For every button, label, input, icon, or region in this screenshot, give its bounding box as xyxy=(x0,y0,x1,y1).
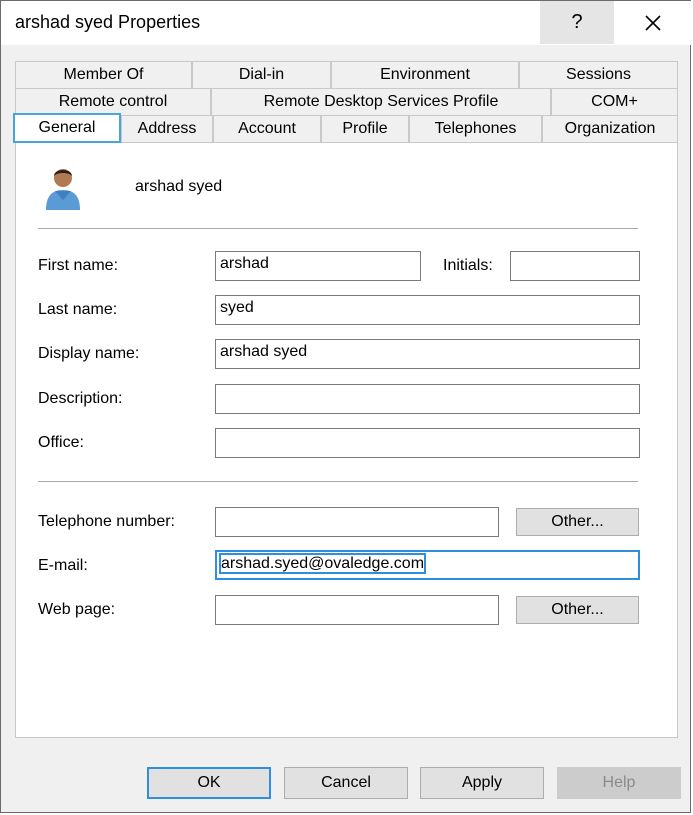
tab-organization[interactable]: Organization xyxy=(542,115,678,142)
apply-button[interactable]: Apply xyxy=(420,767,544,799)
tab-account[interactable]: Account xyxy=(213,115,321,142)
tab-dial-in[interactable]: Dial-in xyxy=(192,61,331,88)
user-avatar-icon xyxy=(46,169,80,210)
description-input[interactable] xyxy=(215,384,640,414)
description-label: Description: xyxy=(38,390,123,407)
email-input[interactable]: arshad.syed@ovaledge.com xyxy=(215,550,640,580)
email-label: E-mail: xyxy=(38,557,88,574)
help-button[interactable]: Help xyxy=(557,767,681,799)
help-title-button[interactable]: ? xyxy=(540,1,614,44)
first-name-label: First name: xyxy=(38,257,119,274)
tab-general[interactable]: General xyxy=(13,113,121,143)
tab-sessions[interactable]: Sessions xyxy=(519,61,678,88)
help-question-icon: ? xyxy=(571,11,583,33)
office-input[interactable] xyxy=(215,428,640,458)
separator-top xyxy=(38,228,638,229)
tab-remote-control[interactable]: Remote control xyxy=(15,88,211,115)
ok-button[interactable]: OK xyxy=(147,767,271,799)
properties-dialog: arshad syed Properties ? Member Of Dial-… xyxy=(0,0,692,813)
separator-middle xyxy=(38,481,638,482)
last-name-label: Last name: xyxy=(38,301,118,318)
last-name-input[interactable]: syed xyxy=(215,295,640,325)
webpage-input[interactable] xyxy=(215,595,499,625)
initials-input[interactable] xyxy=(510,251,640,281)
telephone-input[interactable] xyxy=(215,507,499,537)
tab-remote-desktop-services-profile[interactable]: Remote Desktop Services Profile xyxy=(211,88,551,115)
webpage-label: Web page: xyxy=(38,601,116,618)
telephone-label: Telephone number: xyxy=(38,513,175,530)
tab-telephones[interactable]: Telephones xyxy=(409,115,542,142)
office-label: Office: xyxy=(38,434,84,451)
tab-member-of[interactable]: Member Of xyxy=(15,61,192,88)
webpage-other-button[interactable]: Other... xyxy=(516,596,639,624)
title-bar: arshad syed Properties ? xyxy=(1,1,692,45)
first-name-input[interactable]: arshad xyxy=(215,251,421,281)
tab-profile[interactable]: Profile xyxy=(321,115,409,142)
email-selected-text: arshad.syed@ovaledge.com xyxy=(218,553,427,574)
tab-com-plus[interactable]: COM+ xyxy=(551,88,678,115)
cancel-button[interactable]: Cancel xyxy=(284,767,408,799)
telephone-other-button[interactable]: Other... xyxy=(516,508,639,536)
window-title: arshad syed Properties xyxy=(15,12,201,32)
initials-label: Initials: xyxy=(443,257,493,274)
user-display-header: arshad syed xyxy=(135,178,223,195)
tab-environment[interactable]: Environment xyxy=(331,61,519,88)
close-button[interactable] xyxy=(616,1,690,44)
tab-address[interactable]: Address xyxy=(121,115,213,142)
display-name-input[interactable]: arshad syed xyxy=(215,339,640,369)
display-name-label: Display name: xyxy=(38,345,140,362)
close-icon xyxy=(645,14,661,31)
general-tab-panel: arshad syed First name: arshad Initials:… xyxy=(15,142,678,738)
